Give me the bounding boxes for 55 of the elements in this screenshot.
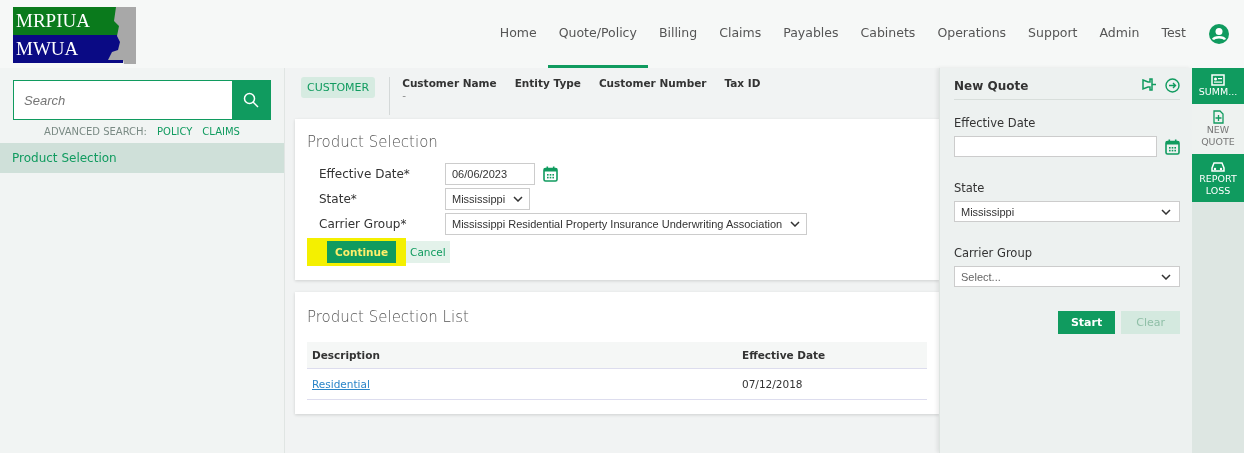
customer-field-label: Entity Type [514,77,581,89]
customer-field-label: Customer Name [402,77,497,89]
state-dropdown[interactable]: Mississippi [445,188,531,210]
product-link[interactable]: Residential [312,378,370,390]
user-avatar-icon[interactable] [1209,24,1229,44]
nav-tab[interactable]: Test [1150,0,1197,68]
nav-tab[interactable]: Operations [926,0,1018,68]
card-title: Product Selection List [307,308,470,326]
table-cell: 07/12/2018 [737,368,927,400]
customer-field-label: Tax ID [724,77,761,89]
column-header: Effective Date [737,342,927,369]
nav-tab[interactable]: Cabinets [849,0,927,68]
nav-tab[interactable]: Claims [708,0,773,68]
chevron-down-icon [790,221,801,227]
nav-tab[interactable]: Home [488,0,548,68]
nav-tab[interactable]: Support [1017,0,1089,68]
chevron-down-icon [1161,208,1171,215]
search-field[interactable]: Search [13,80,271,120]
calendar-icon[interactable] [543,166,558,182]
panel-title: New Quote [954,78,1029,93]
calendar-icon[interactable] [1165,138,1180,155]
customer-field-label: Customer Number [598,77,707,89]
customer-field-value: - [402,89,407,101]
side-tab[interactable]: SUMM... [1192,68,1244,104]
carrier-group-dropdown[interactable]: Mississippi Residential Property Insurance Underwriting Association [445,213,808,235]
field-label: Carrier Group* [319,217,408,231]
advanced-search-label: ADVANCED SEARCH: [44,126,147,137]
car-icon [1210,159,1226,173]
id-card-icon [1211,74,1225,86]
chevron-down-icon [513,196,524,202]
customer-badge: CUSTOMER [301,77,376,98]
nav-tab[interactable]: Admin [1088,0,1151,68]
state-map-icon [108,7,137,64]
state-dropdown[interactable]: Mississippi [954,201,1180,222]
nav-tab[interactable]: Billing [647,0,709,68]
field-label: State* [319,192,358,206]
column-header: Description [307,342,737,369]
nav-tab[interactable]: Payables [772,0,850,68]
start-button[interactable]: Start [1057,311,1116,334]
search-icon [243,92,259,108]
field-label: Effective Date* [319,167,411,181]
document-plus-icon [1212,109,1224,124]
arrow-circle-icon[interactable] [1165,78,1180,93]
pin-icon[interactable] [1142,78,1157,91]
card-title: Product Selection [307,133,439,151]
date-field[interactable] [954,136,1157,157]
logo-text: MWUA [13,35,123,63]
field-label: State [954,181,986,195]
chevron-down-icon [1161,273,1171,280]
field-label: Effective Date [954,116,1037,130]
carrier-group-dropdown[interactable]: Select... [954,266,1180,287]
search-button[interactable] [232,81,270,119]
date-field[interactable]: 06/06/2023 [445,163,535,185]
field-label: Carrier Group [954,246,1033,260]
side-tab[interactable]: REPORT LOSS [1192,153,1244,203]
